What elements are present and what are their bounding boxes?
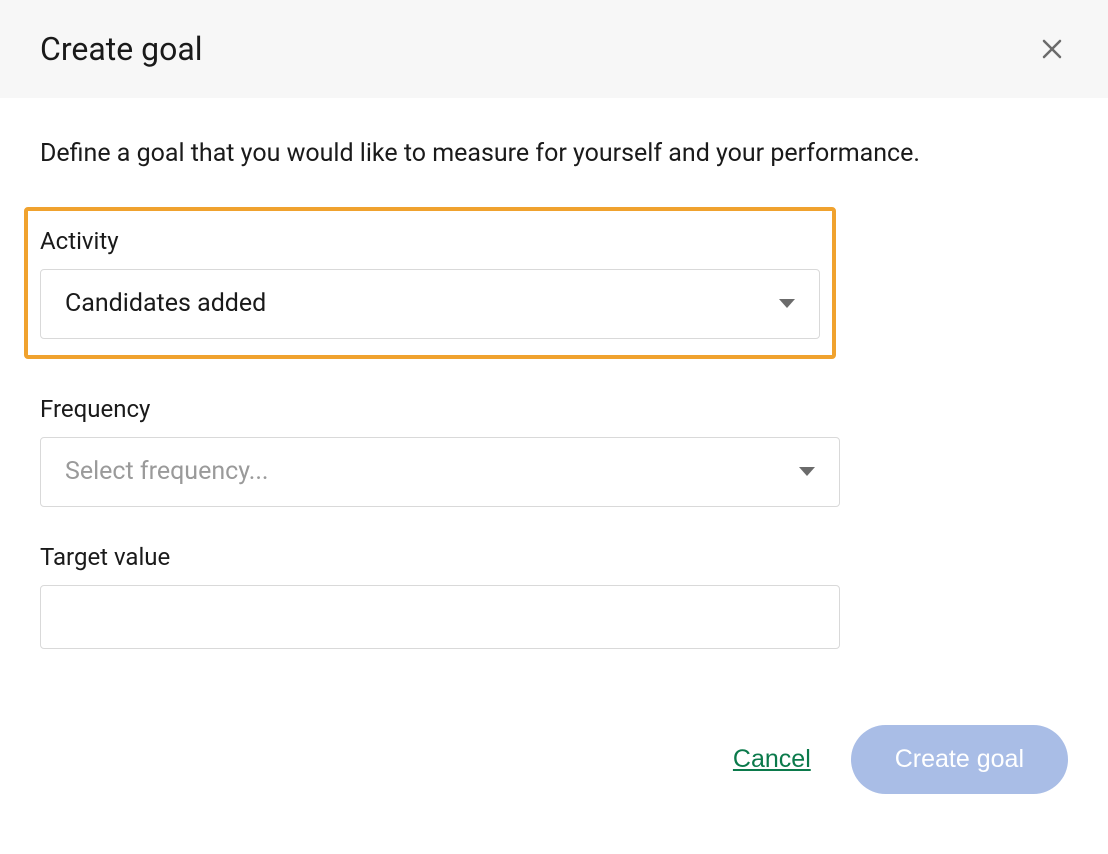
target-value-label: Target value — [40, 543, 1068, 571]
close-button[interactable] — [1036, 33, 1068, 65]
create-goal-button[interactable]: Create goal — [851, 725, 1068, 794]
chevron-down-icon — [799, 467, 815, 476]
frequency-field: Frequency Select frequency... — [40, 395, 1068, 507]
activity-label: Activity — [40, 227, 820, 255]
target-value-field: Target value — [40, 543, 1068, 649]
frequency-select-placeholder: Select frequency... — [65, 457, 269, 486]
cancel-button[interactable]: Cancel — [733, 745, 811, 774]
modal-title: Create goal — [40, 30, 203, 68]
frequency-select[interactable]: Select frequency... — [40, 437, 840, 507]
frequency-label: Frequency — [40, 395, 1068, 423]
modal-description: Define a goal that you would like to mea… — [40, 138, 1068, 171]
activity-field-highlight: Activity Candidates added — [24, 207, 836, 359]
close-icon — [1040, 37, 1064, 61]
create-goal-modal: Create goal Define a goal that you would… — [0, 0, 1108, 854]
modal-footer: Cancel Create goal — [0, 685, 1108, 794]
activity-select[interactable]: Candidates added — [40, 269, 820, 339]
activity-select-value: Candidates added — [65, 289, 266, 318]
chevron-down-icon — [779, 299, 795, 308]
modal-header: Create goal — [0, 0, 1108, 98]
target-value-input[interactable] — [40, 585, 840, 649]
modal-body: Define a goal that you would like to mea… — [0, 98, 1108, 649]
